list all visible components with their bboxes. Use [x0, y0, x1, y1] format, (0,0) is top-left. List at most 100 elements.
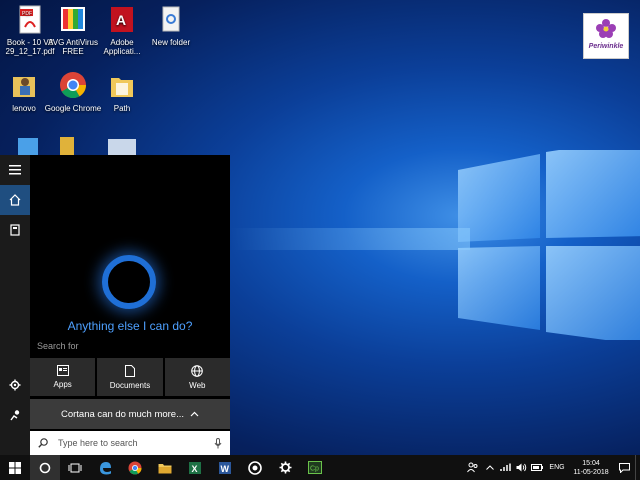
microphone-icon[interactable]	[214, 437, 222, 449]
feedback-button[interactable]	[0, 400, 30, 430]
show-desktop-button[interactable]	[635, 455, 640, 480]
cortana-panel: Anything else I can do? Search for Apps …	[30, 155, 230, 455]
cortana-more-button[interactable]: Cortana can do much more...	[30, 399, 230, 429]
hamburger-icon	[9, 165, 21, 175]
battery-icon	[531, 464, 543, 471]
partial-icon	[60, 137, 74, 155]
home-button[interactable]	[0, 185, 30, 215]
avg-antivirus-icon	[59, 5, 87, 35]
pdf-file-icon: PDF	[16, 5, 44, 35]
svg-text:A: A	[116, 12, 126, 28]
language-label: ENG	[549, 464, 565, 471]
tile-apps[interactable]: Apps	[30, 358, 96, 396]
excel-button[interactable]: X	[180, 455, 210, 480]
people-icon	[466, 462, 477, 473]
partial-icon	[108, 139, 136, 155]
periwinkle-text: Periwinkle	[588, 43, 624, 50]
start-nav-rail	[0, 155, 30, 455]
media-icon	[248, 460, 262, 475]
desktop-icon-label: New folder	[151, 38, 191, 47]
volume-icon	[516, 463, 526, 472]
show-hidden-icons-button[interactable]	[483, 455, 497, 480]
edge-button[interactable]	[90, 455, 120, 480]
file-explorer-icon	[158, 463, 172, 473]
apps-icon	[56, 365, 69, 376]
cortana-taskbar-button[interactable]	[30, 455, 60, 480]
media-button[interactable]	[240, 455, 270, 480]
desktop-icon-label: Path	[113, 104, 131, 113]
cortana-prompt: Anything else I can do?	[67, 319, 193, 333]
notification-icon	[618, 462, 630, 473]
settings-taskbar-button[interactable]	[270, 455, 300, 480]
desktop-icon-path[interactable]: Path	[92, 71, 152, 113]
tile-label: Apps	[53, 380, 72, 389]
task-view-icon	[68, 463, 82, 472]
partial-icon	[18, 138, 38, 155]
search-for-label: Search for	[37, 341, 79, 351]
edge-icon	[100, 461, 111, 474]
taskbar: X W Cp ENG 15:04 11-05-2018	[0, 455, 640, 480]
camtasia-icon: Cp	[308, 461, 322, 474]
chrome-icon	[128, 461, 142, 474]
chevron-up-icon	[190, 411, 199, 417]
settings-icon	[279, 461, 291, 474]
svg-text:Cp: Cp	[310, 466, 319, 473]
svg-text:W: W	[221, 464, 230, 474]
start-icon	[9, 461, 21, 474]
desktop-icon-label: Adobe Applicati...	[103, 38, 141, 56]
clock-date: 11-05-2018	[573, 468, 609, 476]
search-icon	[38, 438, 48, 448]
excel-icon: X	[189, 461, 201, 474]
user-folder-icon	[10, 71, 38, 101]
settings-button[interactable]	[0, 370, 30, 400]
hamburger-menu-button[interactable]	[0, 155, 30, 185]
more-label: Cortana can do much more...	[60, 408, 185, 420]
adobe-reader-icon: A	[108, 5, 136, 35]
volume-button[interactable]	[513, 455, 529, 480]
word-icon: W	[219, 461, 231, 474]
desktop-icon-label: lenovo	[12, 104, 36, 113]
system-tray: ENG 15:04 11-05-2018	[461, 455, 640, 480]
folder-icon	[108, 71, 136, 101]
tile-label: Documents	[109, 380, 151, 390]
gear-icon	[9, 379, 21, 391]
start-button[interactable]	[0, 455, 30, 480]
periwinkle-logo: Periwinkle	[583, 13, 629, 59]
globe-icon	[191, 364, 204, 377]
desktop-icon-label: AVG AntiVirus FREE	[48, 38, 98, 56]
taskbar-search-box[interactable]	[30, 431, 230, 455]
tile-documents[interactable]: Documents	[97, 358, 163, 396]
chevron-up-icon	[486, 465, 494, 470]
camtasia-button[interactable]: Cp	[300, 455, 330, 480]
action-center-button[interactable]	[613, 455, 635, 480]
network-icon	[499, 463, 511, 471]
notebook-icon	[10, 224, 20, 236]
clock[interactable]: 15:04 11-05-2018	[569, 459, 613, 477]
clock-time: 15:04	[582, 459, 600, 467]
cortana-circle-icon	[102, 255, 156, 309]
feedback-icon	[10, 410, 20, 421]
search-input[interactable]	[56, 437, 214, 449]
battery-button[interactable]	[529, 455, 545, 480]
cortana-icon	[39, 462, 51, 473]
chrome-taskbar-button[interactable]	[120, 455, 150, 480]
svg-text:X: X	[192, 464, 198, 474]
task-view-button[interactable]	[60, 455, 90, 480]
tile-web[interactable]: Web	[164, 358, 230, 396]
search-filter-tiles: Apps Documents Web	[30, 358, 230, 396]
word-button[interactable]: W	[210, 455, 240, 480]
language-button[interactable]: ENG	[545, 455, 569, 480]
file-explorer-button[interactable]	[150, 455, 180, 480]
svg-text:PDF: PDF	[22, 11, 32, 17]
notebook-button[interactable]	[0, 215, 30, 245]
document-icon	[124, 364, 135, 377]
people-button[interactable]	[461, 455, 483, 480]
windows-logo-wallpaper	[458, 150, 640, 340]
desktop-icon-new-folder[interactable]: New folder	[141, 5, 201, 47]
tile-label: Web	[189, 380, 206, 390]
home-icon	[9, 194, 21, 206]
chrome-icon	[59, 71, 87, 101]
light-beam	[230, 228, 470, 250]
folder-icon	[157, 5, 185, 35]
network-button[interactable]	[497, 455, 513, 480]
